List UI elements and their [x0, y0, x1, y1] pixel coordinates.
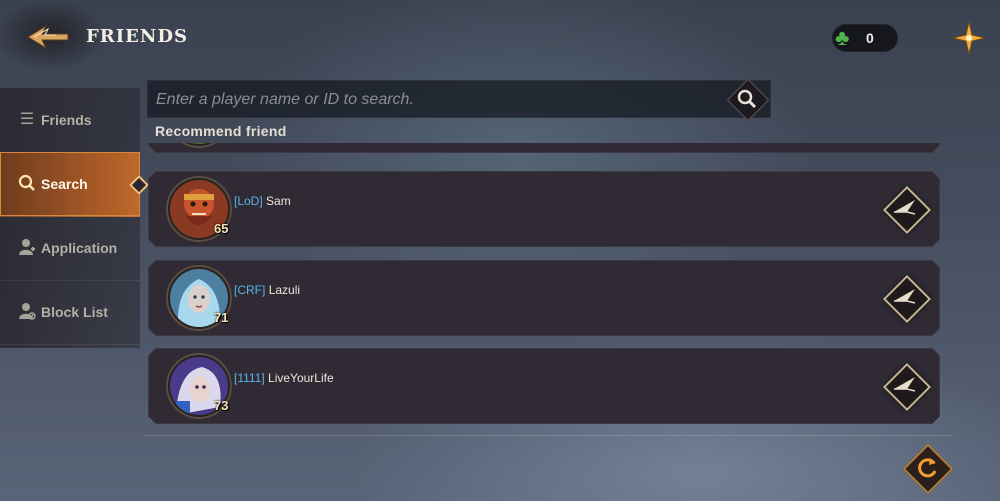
sidebar-item-application[interactable]: Application [0, 216, 140, 281]
sidebar: ☰ Friends Search Application Block List [0, 88, 149, 348]
player-name-text: Lazuli [268, 283, 301, 297]
page-title: FRIENDS [86, 26, 188, 47]
refresh-button[interactable] [902, 443, 954, 495]
add-friend-button[interactable] [883, 275, 927, 319]
currency-display: ♣ 0 [832, 24, 898, 52]
list-item: 65 [LoD] Sam [148, 171, 940, 247]
sidebar-item-label: Application [41, 240, 118, 256]
search-input[interactable] [154, 81, 718, 119]
compass-star-button[interactable] [952, 21, 986, 55]
player-name-text: LiveYourLife [268, 371, 334, 385]
player-level: 73 [214, 398, 229, 413]
refresh-icon [918, 458, 937, 478]
user-block-icon [17, 302, 37, 322]
player-level: 65 [214, 221, 229, 236]
guild-tag: [CRF] [234, 283, 266, 297]
list-item: 42 [148, 143, 940, 153]
search-button[interactable] [726, 78, 770, 122]
send-request-icon [893, 287, 917, 307]
compass-star-icon [952, 21, 986, 55]
player-name: [LoD] Sam [234, 194, 291, 208]
sidebar-item-label: Search [41, 176, 88, 192]
clover-icon: ♣ [835, 25, 850, 50]
list-item: 73 [1111] LiveYourLife [148, 348, 940, 424]
user-add-icon [17, 238, 37, 258]
player-level: 71 [214, 310, 229, 325]
player-name: [CRF] Lazuli [234, 283, 300, 297]
player-name-text: Sam [266, 194, 291, 208]
search-icon [737, 89, 757, 109]
send-request-icon [893, 198, 917, 218]
back-arrow-icon [27, 24, 69, 50]
search-bar [147, 78, 771, 122]
list-item: 71 [CRF] Lazuli [148, 260, 940, 336]
recommend-list[interactable]: 42 65 [LoD] Sam [145, 143, 953, 436]
list-icon: ☰ [19, 111, 35, 128]
add-friend-button[interactable] [883, 186, 927, 230]
guild-tag: [1111] [234, 371, 265, 385]
guild-tag: [LoD] [234, 194, 263, 208]
send-request-icon [893, 375, 917, 395]
search-icon [17, 174, 37, 194]
top-bar: FRIENDS ♣ 0 [0, 0, 1000, 72]
sidebar-item-label: Block List [41, 304, 108, 320]
player-name: [1111] LiveYourLife [234, 371, 334, 385]
recommend-friend-heading: Recommend friend [155, 123, 287, 139]
add-friend-button[interactable] [883, 363, 927, 407]
avatar [168, 143, 230, 146]
sidebar-item-search[interactable]: Search [0, 152, 149, 217]
sidebar-item-block-list[interactable]: Block List [0, 280, 140, 345]
sidebar-item-label: Friends [41, 112, 92, 128]
currency-count: 0 [866, 30, 874, 46]
sidebar-item-friends[interactable]: ☰ Friends [0, 88, 140, 153]
